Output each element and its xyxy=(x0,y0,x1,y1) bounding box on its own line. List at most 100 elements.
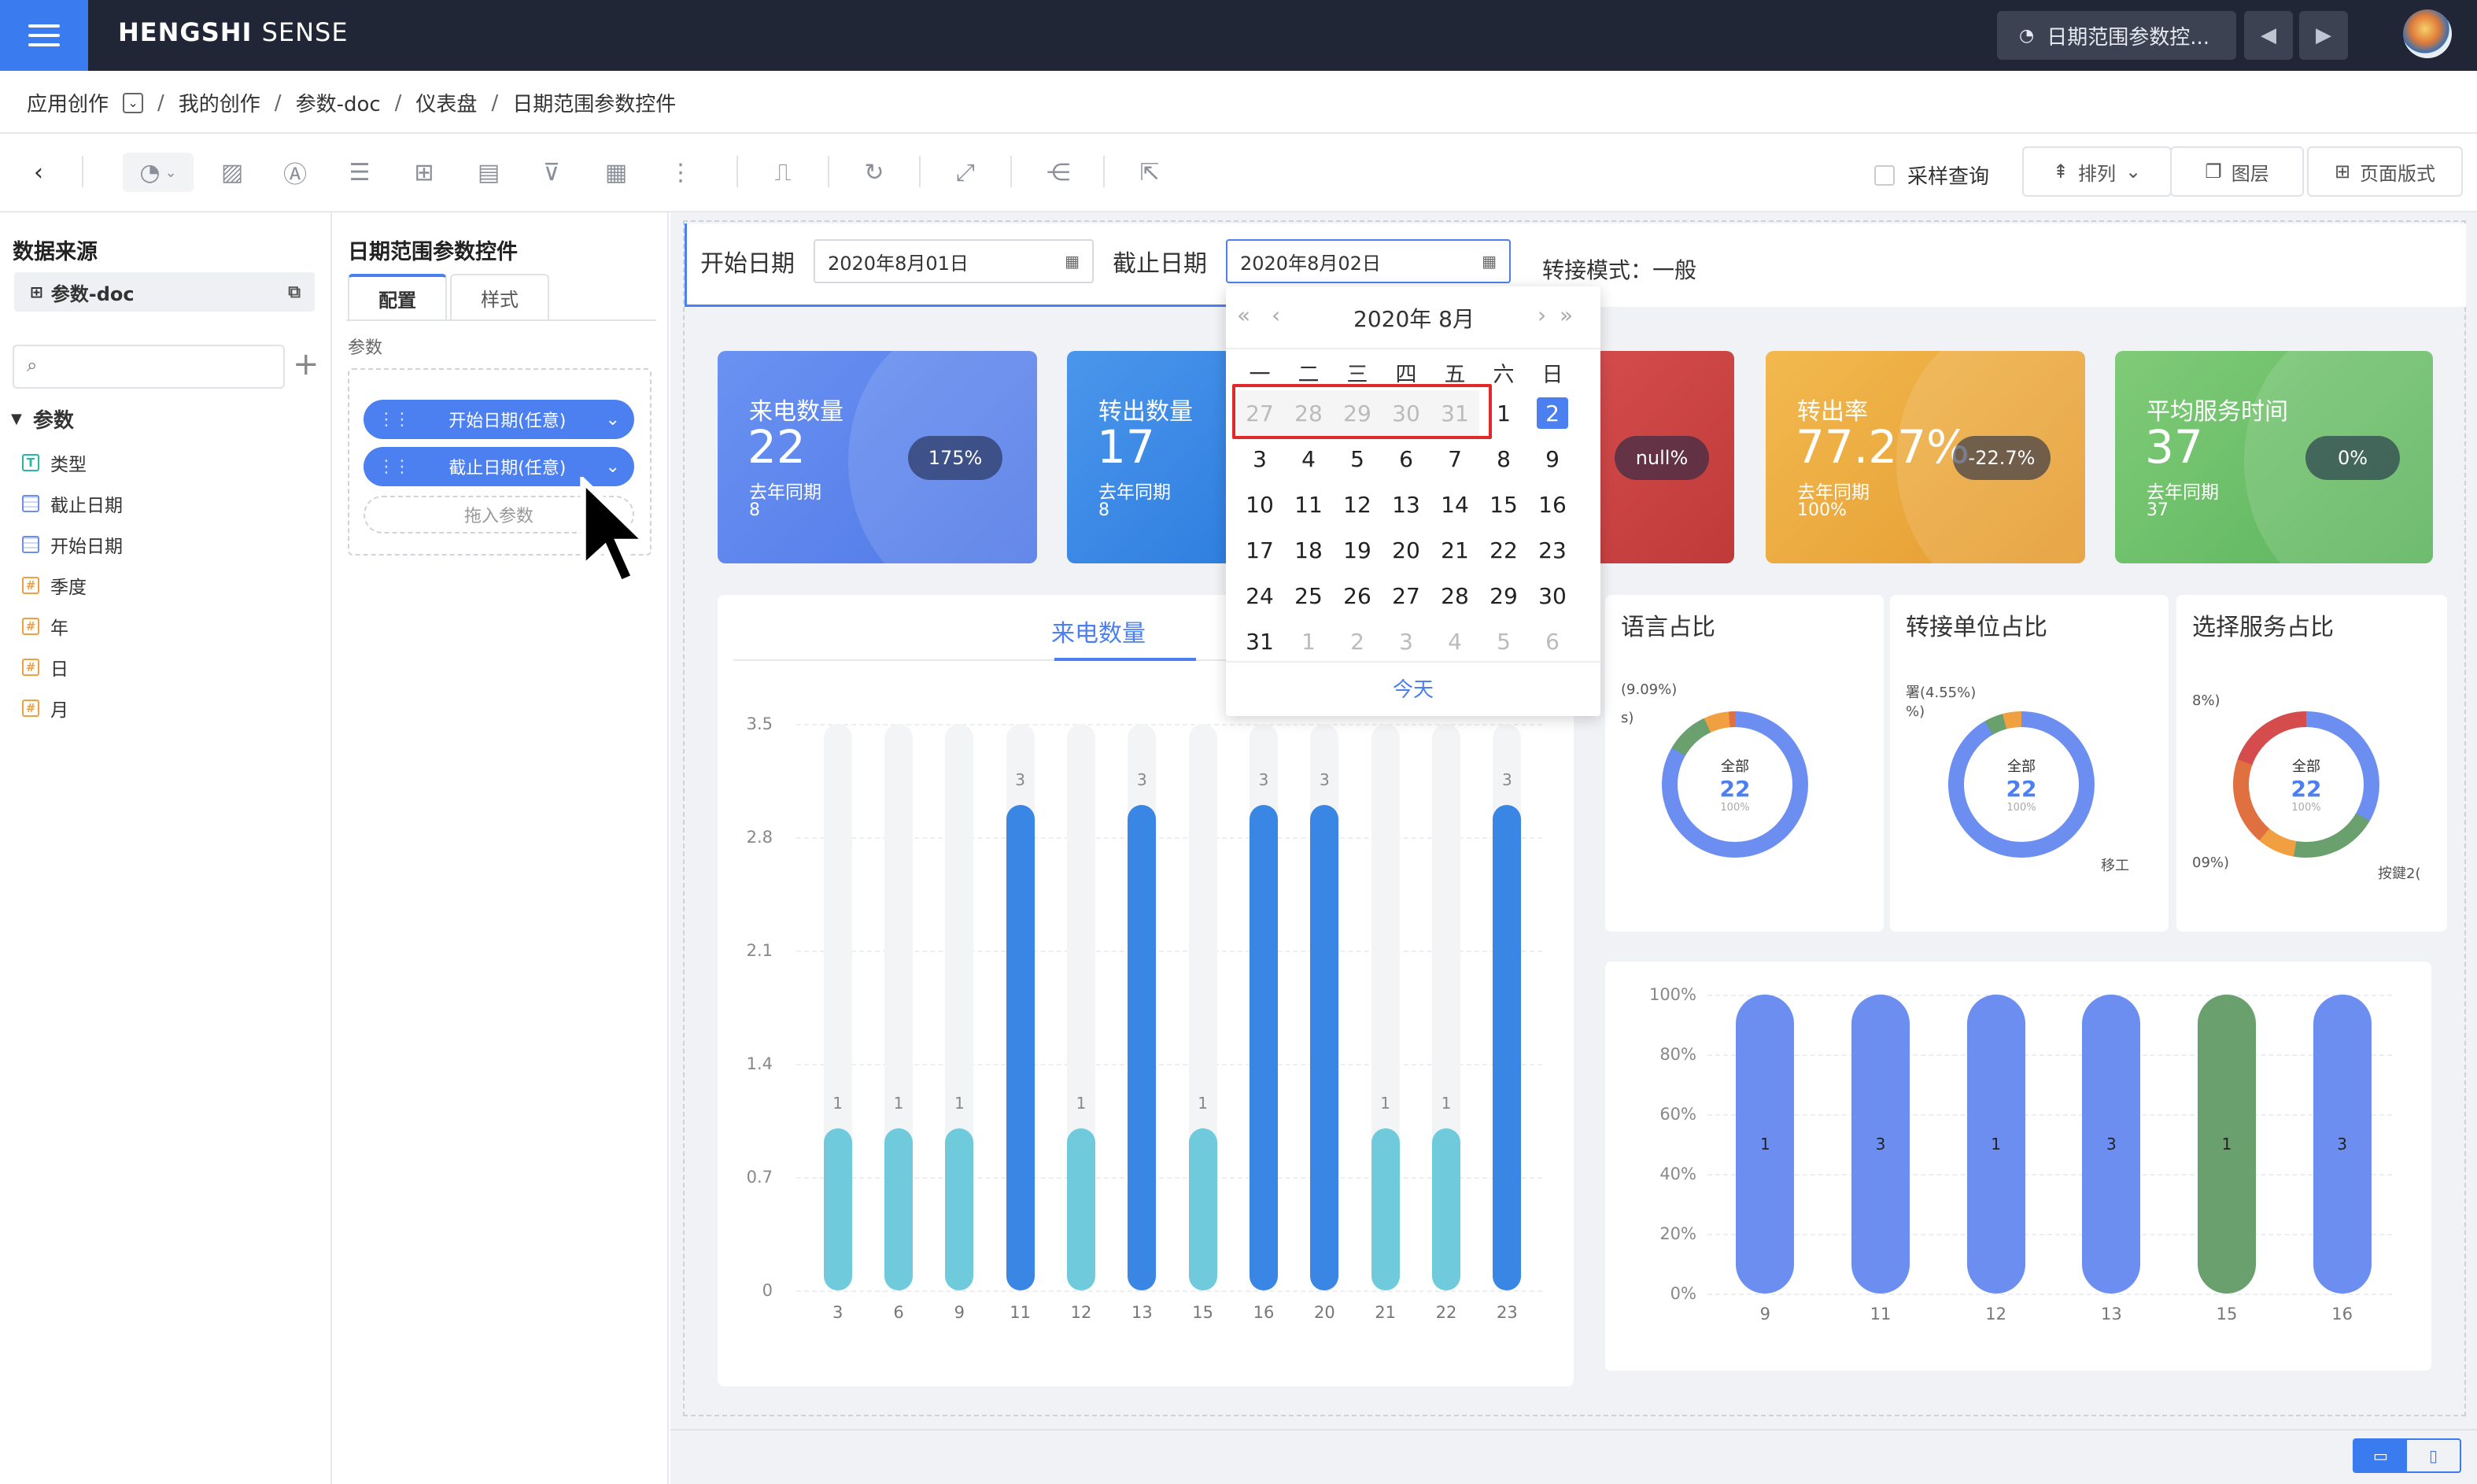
bar[interactable] xyxy=(1188,1128,1217,1290)
calendar-day[interactable]: 6 xyxy=(1382,436,1430,482)
field-item[interactable]: 截止日期 xyxy=(22,486,123,521)
layer-button[interactable]: ❐ 图层 xyxy=(2170,146,2304,197)
kpi-card[interactable]: 转出率 77.27% 去年同期 100% -22.7% xyxy=(1766,351,2085,563)
end-date-input[interactable]: 2020年8月02日 ▦ xyxy=(1226,239,1511,283)
calendar-day[interactable]: 1 xyxy=(1284,618,1333,664)
bar[interactable] xyxy=(1128,804,1157,1290)
breadcrumb-item[interactable]: 仪表盘 xyxy=(415,88,477,117)
kpi-card[interactable]: 来电数量 22 去年同期 8 175% xyxy=(718,351,1037,563)
calendar-day[interactable]: 15 xyxy=(1479,482,1528,527)
calendar-day[interactable]: 4 xyxy=(1284,436,1333,482)
field-item[interactable]: # 季度 xyxy=(22,568,87,603)
calendar-day[interactable]: 28 xyxy=(1430,573,1479,618)
page-layout-button[interactable]: ⊞ 页面版式 xyxy=(2307,146,2463,197)
share-icon[interactable]: ⋲ xyxy=(1039,153,1078,192)
calendar-day[interactable]: 8 xyxy=(1479,436,1528,482)
start-date-input[interactable]: 2020年8月01日 ▦ xyxy=(814,239,1094,283)
more-icon[interactable]: ⋮ xyxy=(661,153,700,192)
arrange-button[interactable]: ⇞ 排列 ⌄ xyxy=(2022,146,2172,197)
calendar-day[interactable]: 12 xyxy=(1333,482,1382,527)
calendar-day[interactable]: 30 xyxy=(1528,573,1577,618)
sample-query-toggle[interactable]: 采样查询 xyxy=(1874,161,1989,190)
calendar-day[interactable]: 16 xyxy=(1528,482,1577,527)
calendar-day[interactable]: 5 xyxy=(1479,618,1528,664)
calendar-day[interactable]: 4 xyxy=(1430,618,1479,664)
prev-month-icon[interactable]: ‹ xyxy=(1272,302,1280,328)
bar[interactable] xyxy=(884,1128,913,1290)
bar[interactable] xyxy=(1432,1128,1460,1290)
image-icon[interactable]: ▨ xyxy=(212,153,252,192)
field-item[interactable]: # 日 xyxy=(22,650,68,685)
calendar-day[interactable]: 29 xyxy=(1479,573,1528,618)
bar[interactable] xyxy=(945,1128,974,1290)
chevron-down-icon[interactable]: ⌄ xyxy=(606,457,620,477)
breadcrumb-item[interactable]: 参数-doc xyxy=(296,88,381,117)
rich-text-icon[interactable]: ☰ xyxy=(340,153,379,192)
tab-style[interactable]: 样式 xyxy=(450,274,549,319)
calendar-day[interactable]: 31 xyxy=(1235,618,1284,664)
chevron-down-icon[interactable]: ⌄ xyxy=(606,410,620,430)
table-icon[interactable]: ▦ xyxy=(596,153,636,192)
calendar-day[interactable]: 27 xyxy=(1382,573,1430,618)
sample-query-checkbox[interactable] xyxy=(1874,164,1895,186)
bar[interactable] xyxy=(1310,804,1339,1290)
bar[interactable] xyxy=(1250,804,1278,1290)
search-input[interactable]: ⌕ xyxy=(13,345,285,389)
device-view-toggle[interactable]: ▭ ▯ xyxy=(2353,1438,2461,1473)
field-item[interactable]: # 年 xyxy=(22,609,68,644)
tab-config[interactable]: 配置 xyxy=(348,274,447,319)
datasource-item[interactable]: ⊞ 参数-doc ⧉ xyxy=(14,272,315,312)
calendar-day[interactable]: 14 xyxy=(1430,482,1479,527)
prev-arrow-icon[interactable]: ◀ xyxy=(2244,11,2293,60)
mobile-view-icon[interactable]: ▯ xyxy=(2407,1440,2460,1471)
calendar-day[interactable]: 5 xyxy=(1333,436,1382,482)
kpi-card[interactable]: 转出数量 17 去年同期 8 xyxy=(1067,351,1232,563)
components-icon[interactable]: ⊞ xyxy=(404,153,444,192)
calendar-day[interactable]: 10 xyxy=(1235,482,1284,527)
bar[interactable]: 1 xyxy=(2198,995,2256,1294)
refresh-icon[interactable]: ↻ xyxy=(855,153,894,192)
params-tree-header[interactable]: ▼ 参数 xyxy=(11,404,74,434)
breadcrumb-item[interactable]: 我的创作 xyxy=(179,88,260,117)
bar[interactable]: 1 xyxy=(1736,995,1795,1294)
bar[interactable] xyxy=(1006,804,1035,1290)
calendar-day[interactable]: 9 xyxy=(1528,436,1577,482)
bar[interactable] xyxy=(1493,804,1522,1290)
calendar-day[interactable]: 18 xyxy=(1284,527,1333,573)
bar[interactable] xyxy=(1371,1128,1400,1290)
present-icon[interactable]: ⎍ xyxy=(763,153,803,192)
bar[interactable] xyxy=(1067,1128,1095,1290)
calendar-day[interactable]: 3 xyxy=(1235,436,1284,482)
export-icon[interactable]: ⇱ xyxy=(1130,153,1169,192)
chart-add-icon[interactable]: ◔ ⌄ xyxy=(123,153,194,192)
avatar[interactable] xyxy=(2403,9,2452,58)
calendar-day[interactable]: 11 xyxy=(1284,482,1333,527)
drag-handle-icon[interactable]: ⋮⋮ xyxy=(378,410,411,430)
today-button[interactable]: 今天 xyxy=(1226,674,1600,703)
copy-icon[interactable]: ⧉ xyxy=(288,282,301,302)
prev-year-icon[interactable]: « xyxy=(1237,302,1250,328)
next-year-icon[interactable]: » xyxy=(1560,302,1573,328)
field-item[interactable]: T 类型 xyxy=(22,445,87,480)
bar[interactable] xyxy=(823,1128,852,1290)
kpi-card[interactable]: 平均服务时间 37 去年同期 37 0% xyxy=(2115,351,2433,563)
back-icon[interactable]: ‹ xyxy=(19,153,58,192)
calendar-day[interactable]: 24 xyxy=(1235,573,1284,618)
param-pill-start[interactable]: ⋮⋮ 开始日期(任意) ⌄ xyxy=(364,400,634,439)
calendar-day[interactable]: 13 xyxy=(1382,482,1430,527)
calendar-day[interactable]: 25 xyxy=(1284,573,1333,618)
desktop-view-icon[interactable]: ▭ xyxy=(2354,1440,2407,1471)
field-item[interactable]: 开始日期 xyxy=(22,527,123,562)
calendar-day[interactable]: 3 xyxy=(1382,618,1430,664)
filter-icon[interactable]: ⊽ xyxy=(532,153,571,192)
calendar-day[interactable]: 26 xyxy=(1333,573,1382,618)
field-item[interactable]: # 月 xyxy=(22,691,68,725)
drag-handle-icon[interactable]: ⋮⋮ xyxy=(378,457,411,477)
menu-icon[interactable] xyxy=(0,0,88,71)
chevron-down-icon[interactable]: ⌄ xyxy=(123,92,144,113)
bar[interactable]: 3 xyxy=(2082,995,2141,1294)
breadcrumb-item[interactable]: 应用创作 xyxy=(27,88,109,117)
bar[interactable]: 1 xyxy=(1966,995,2025,1294)
kpi-card[interactable]: null% xyxy=(1597,351,1734,563)
calendar-day[interactable]: 22 xyxy=(1479,527,1528,573)
